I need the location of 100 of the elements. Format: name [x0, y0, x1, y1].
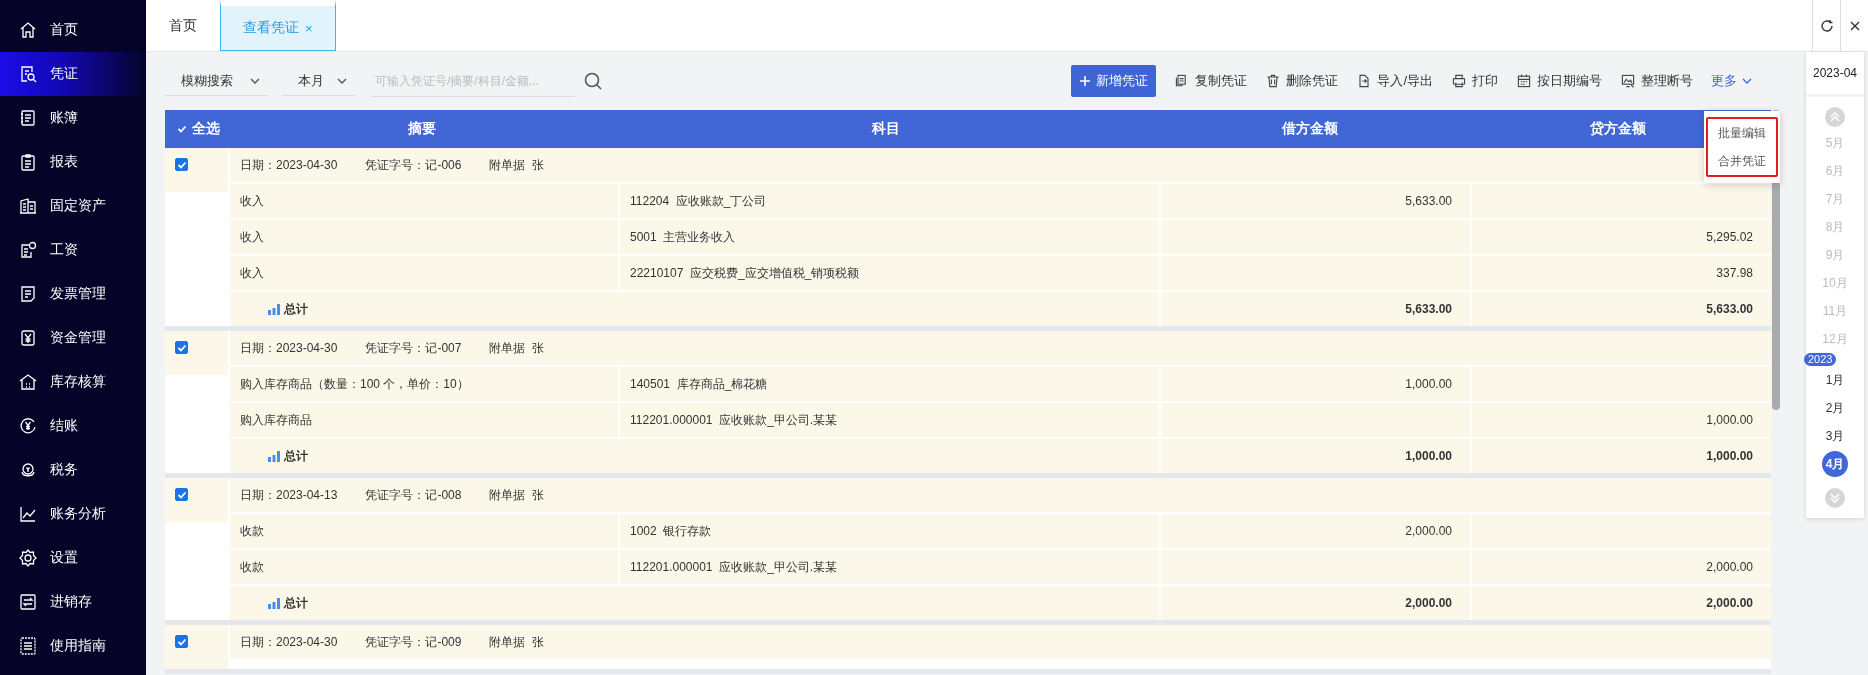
gear-icon: [18, 548, 38, 568]
column-header: 摘要: [408, 120, 436, 138]
yen-icon: [18, 328, 38, 348]
checkbox[interactable]: [175, 158, 188, 171]
table-cell: 5,633.00: [1161, 184, 1470, 218]
guide-book-icon: [18, 636, 38, 656]
month-item[interactable]: 2月: [1822, 395, 1848, 421]
total-label: 总计: [284, 447, 308, 465]
table-cell: 收款: [230, 514, 618, 548]
table-cell: 收入: [230, 256, 618, 290]
transfer-icon: [18, 592, 38, 612]
document-coin-icon: [18, 240, 38, 260]
column-header: 借方金额: [1281, 120, 1338, 138]
toolbar-button[interactable]: 打印: [1451, 72, 1498, 90]
column-header: 贷方金额: [1589, 120, 1646, 138]
menu-item[interactable]: 合并凭证: [1708, 147, 1776, 175]
voucher-number: 凭证字号：记-007: [365, 339, 462, 357]
trash-icon: [1265, 73, 1282, 89]
add-voucher-button[interactable]: 新增凭证: [1071, 65, 1157, 97]
toolbar-button[interactable]: 删除凭证: [1265, 72, 1339, 90]
checkbox[interactable]: [175, 635, 188, 648]
toolbar-button[interactable]: 复制凭证: [1174, 72, 1248, 90]
table-cell: 5,633.00: [1161, 292, 1470, 326]
sidebar-item[interactable]: 账务分析: [0, 492, 146, 536]
menu-item[interactable]: 批量编辑: [1708, 119, 1776, 147]
table-cell: 1,000.00: [1472, 403, 1771, 437]
sidebar-item[interactable]: 首页: [0, 8, 146, 52]
voucher-date: 日期：2023-04-30: [240, 156, 338, 174]
clipboard-icon: [18, 152, 38, 172]
voucher-date: 日期：2023-04-13: [240, 486, 338, 504]
sidebar-item[interactable]: 凭证: [0, 52, 146, 96]
tab[interactable]: 首页: [146, 0, 220, 51]
column-header: 科目: [871, 120, 900, 138]
sidebar-item[interactable]: 固定资产: [0, 184, 146, 228]
warehouse-icon: [18, 372, 38, 392]
line-chart-icon: [18, 504, 38, 524]
bar-chart-icon: [268, 303, 280, 315]
table-cell: 2,000.00: [1472, 586, 1771, 620]
calendar-icon: [1516, 73, 1532, 89]
table-cell: 2,000.00: [1161, 586, 1470, 620]
select-all-label: 全选: [192, 120, 220, 138]
sidebar-item[interactable]: 发票管理: [0, 272, 146, 316]
total-label: 总计: [284, 300, 308, 318]
sidebar-item[interactable]: 账簿: [0, 96, 146, 140]
attachment-count: 附单据 张: [489, 339, 545, 357]
table-cell: 140501 库存商品_棉花糖: [620, 367, 1159, 401]
home-icon: [18, 20, 38, 40]
table-cell: 112201.000001 应收账款_甲公司.某某: [620, 403, 1159, 437]
voucher-number: 凭证字号：记-008: [365, 486, 462, 504]
table-cell: 5,295.02: [1472, 220, 1771, 254]
table-cell: 购入库存商品（数量：100 个，单价：10）: [230, 367, 618, 401]
table-cell: 112204 应收账款_丁公司: [620, 184, 1159, 218]
plus-icon: [1079, 75, 1092, 87]
attachment-count: 附单据 张: [489, 486, 545, 504]
month-item[interactable]: 3月: [1822, 423, 1848, 449]
table-cell: 5,633.00: [1472, 292, 1771, 326]
attachment-count: 附单据 张: [489, 633, 545, 651]
refresh-icon: [1819, 18, 1834, 33]
table-cell: 2,000.00: [1161, 514, 1470, 548]
sidebar-item[interactable]: 库存核算: [0, 360, 146, 404]
more-button[interactable]: 更多: [1711, 72, 1754, 90]
period-dropdown[interactable]: 本月: [282, 66, 355, 96]
sidebar-item[interactable]: 资金管理: [0, 316, 146, 360]
table-cell: 收入: [230, 220, 618, 254]
table-cell: 1,000.00: [1161, 367, 1470, 401]
bar-chart-icon: [268, 450, 280, 462]
current-period: 2023-04: [1806, 52, 1864, 97]
yen-circle-icon: [18, 416, 38, 436]
sidebar-item[interactable]: 进销存: [0, 580, 146, 624]
printer-icon: [1451, 73, 1467, 89]
ledger-icon: [18, 108, 38, 128]
sidebar-item[interactable]: 使用指南: [0, 624, 146, 668]
attachment-count: 附单据 张: [489, 156, 545, 174]
sidebar-item[interactable]: 工资: [0, 228, 146, 272]
toolbar-button[interactable]: 按日期编号: [1516, 72, 1602, 90]
table-cell: 22210107 应交税费_应交增值税_销项税额: [620, 256, 1159, 290]
voucher-number: 凭证字号：记-009: [365, 633, 462, 651]
voucher-date: 日期：2023-04-30: [240, 339, 338, 357]
sidebar-item[interactable]: 结账: [0, 404, 146, 448]
month-item[interactable]: 4月: [1822, 451, 1848, 477]
invoice-icon: [18, 284, 38, 304]
checkbox[interactable]: [175, 488, 188, 501]
search-icon[interactable]: [583, 71, 603, 91]
sidebar-item[interactable]: 设置: [0, 536, 146, 580]
checkbox[interactable]: [175, 341, 188, 354]
sidebar-item[interactable]: 报表: [0, 140, 146, 184]
search-mode-dropdown[interactable]: 模糊搜索: [165, 66, 268, 96]
voucher-date: 日期：2023-04-30: [240, 633, 338, 651]
month-item[interactable]: 1月: [1822, 367, 1848, 393]
table-cell: 1,000.00: [1161, 439, 1470, 473]
sidebar-item[interactable]: 税务: [0, 448, 146, 492]
picture-frame-icon: [1620, 73, 1636, 89]
table-cell: 5001 主营业务收入: [620, 220, 1159, 254]
year-badge: 2023: [1804, 353, 1837, 366]
total-label: 总计: [284, 594, 308, 612]
voucher-number: 凭证字号：记-006: [365, 156, 462, 174]
bar-chart-icon: [268, 597, 280, 609]
toolbar-button[interactable]: 整理断号: [1620, 72, 1693, 90]
toolbar-button[interactable]: 导入/导出: [1356, 72, 1433, 90]
table-cell: 2,000.00: [1472, 550, 1771, 584]
